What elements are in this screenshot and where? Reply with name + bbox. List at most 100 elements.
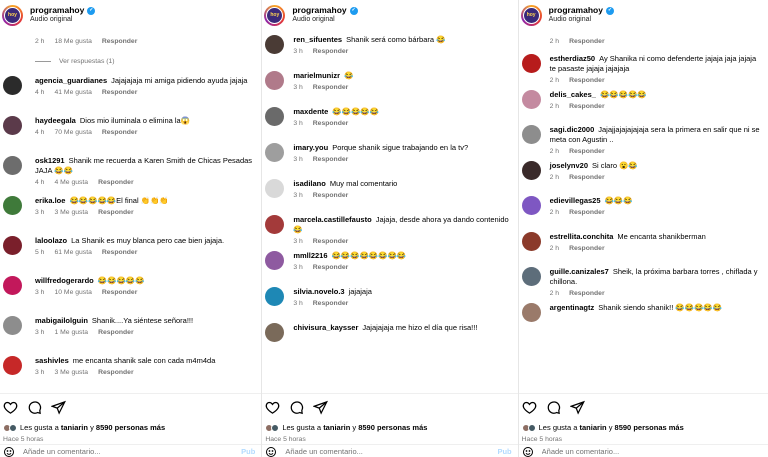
reply-button[interactable]: Responder [98, 209, 134, 216]
heart-icon[interactable] [3, 400, 18, 415]
username-link[interactable]: programahoy [292, 5, 346, 16]
commenter-username[interactable]: delis_cakes_ [550, 90, 596, 99]
commenter-username[interactable]: estherdiaz50 [550, 54, 595, 63]
reply-button[interactable]: Responder [569, 174, 605, 181]
comment-like-count[interactable]: 10 Me gusta [54, 289, 91, 296]
reply-button[interactable]: Responder [313, 192, 349, 199]
username-link[interactable]: programahoy [30, 5, 84, 16]
commenter-username[interactable]: ren_sifuentes [293, 35, 342, 44]
comment-like-count[interactable]: 4 Me gusta [54, 179, 88, 186]
commenter-username[interactable]: mabigailolguin [35, 316, 88, 325]
liker-username[interactable]: taniarin [580, 423, 607, 432]
commenter-avatar[interactable] [521, 196, 541, 215]
reply-button[interactable]: Responder [313, 120, 349, 127]
commenter-username[interactable]: marielmunizr [293, 71, 340, 80]
reply-button[interactable]: Responder [569, 77, 605, 84]
reply-button[interactable]: Responder [569, 290, 605, 297]
commenter-avatar[interactable] [265, 107, 285, 126]
commenter-username[interactable]: sagi.dic2000 [550, 125, 595, 134]
comment-list[interactable]: 2 h 18 Me gusta Responder Ver respuestas… [0, 30, 261, 393]
comment-like-count[interactable]: 70 Me gusta [54, 129, 91, 136]
reply-button[interactable]: Responder [102, 289, 138, 296]
reply-button[interactable]: Responder [98, 329, 134, 336]
comment-icon[interactable] [27, 400, 42, 415]
commenter-avatar[interactable] [3, 236, 22, 255]
reply-button[interactable]: Responder [569, 148, 605, 155]
likes-count[interactable]: 8590 personas más [615, 423, 684, 432]
commenter-avatar[interactable] [521, 160, 541, 180]
commenter-avatar[interactable] [265, 143, 285, 162]
reply-button[interactable]: Responder [313, 264, 349, 271]
commenter-avatar[interactable] [521, 89, 541, 109]
commenter-username[interactable]: edievillegas25 [550, 196, 601, 205]
commenter-avatar[interactable] [3, 156, 22, 175]
commenter-avatar[interactable] [521, 125, 541, 144]
audio-link[interactable]: Audio original [292, 16, 357, 24]
commenter-avatar[interactable] [265, 215, 285, 234]
publish-button[interactable]: Pub [497, 447, 511, 456]
reply-button[interactable]: Responder [313, 84, 349, 91]
add-comment-input[interactable] [285, 447, 436, 456]
commenter-username[interactable]: laloolazo [35, 236, 67, 245]
comment-like-count[interactable]: 1 Me gusta [54, 329, 88, 336]
reply-button[interactable]: Responder [313, 238, 349, 245]
comment-like-count[interactable]: 3 Me gusta [54, 209, 88, 216]
commenter-avatar[interactable] [521, 54, 541, 73]
commenter-username[interactable]: imary.you [293, 143, 328, 152]
emoji-icon[interactable] [522, 446, 534, 457]
reply-button[interactable]: Responder [102, 249, 138, 256]
commenter-avatar[interactable] [265, 71, 285, 90]
commenter-username[interactable]: joselynv20 [550, 161, 588, 170]
share-icon[interactable] [51, 400, 66, 415]
commenter-username[interactable]: maxdente [293, 107, 328, 116]
reply-button[interactable]: Responder [569, 245, 605, 252]
emoji-icon[interactable] [3, 446, 15, 457]
commenter-avatar[interactable] [521, 302, 541, 322]
comment-like-count[interactable]: 41 Me gusta [54, 89, 91, 96]
likes-count[interactable]: 8590 personas más [96, 423, 165, 432]
commenter-username[interactable]: isadilano [293, 179, 326, 188]
likes-count[interactable]: 8590 personas más [358, 423, 427, 432]
commenter-username[interactable]: silvia.novelo.3 [293, 287, 344, 296]
reply-button[interactable]: Responder [98, 369, 134, 376]
reply-button[interactable]: Responder [102, 89, 138, 96]
reply-button[interactable]: Responder [102, 38, 138, 45]
commenter-username[interactable]: agencia_guardianes [35, 76, 107, 85]
commenter-username[interactable]: haydeegala [35, 116, 76, 125]
reply-button[interactable]: Responder [102, 129, 138, 136]
comment-list[interactable]: 2 h Responder estherdiaz50 Ay Shanika ni … [519, 30, 768, 393]
commenter-username[interactable]: marcela.castillefausto [293, 215, 371, 224]
comment-icon[interactable] [289, 400, 304, 415]
audio-link[interactable]: Audio original [30, 16, 95, 24]
add-comment-input[interactable] [541, 447, 692, 456]
commenter-avatar[interactable] [265, 35, 285, 54]
commenter-username[interactable]: estrellita.conchita [550, 232, 614, 241]
share-icon[interactable] [313, 400, 329, 415]
liker-username[interactable]: taniarin [323, 423, 350, 432]
commenter-username[interactable]: osk1291 [35, 156, 65, 165]
commenter-avatar[interactable] [3, 356, 22, 375]
commenter-avatar[interactable] [265, 323, 285, 342]
commenter-username[interactable]: guille.canizales7 [550, 267, 609, 276]
publish-button[interactable]: Pub [241, 447, 255, 456]
add-comment-input[interactable] [23, 447, 173, 456]
comment-like-count[interactable]: 61 Me gusta [54, 249, 91, 256]
commenter-avatar[interactable] [265, 287, 285, 306]
commenter-avatar[interactable] [3, 276, 22, 295]
audio-link[interactable]: Audio original [549, 16, 614, 24]
heart-icon[interactable] [265, 400, 280, 415]
profile-avatar[interactable]: hoy [264, 4, 286, 26]
commenter-username[interactable]: argentinagtz [550, 303, 595, 312]
reply-button[interactable]: Responder [569, 103, 605, 110]
reply-button[interactable]: Responder [313, 48, 349, 55]
reply-button[interactable]: Responder [98, 179, 134, 186]
commenter-avatar[interactable] [265, 251, 285, 270]
profile-avatar[interactable]: hoy [520, 4, 542, 26]
commenter-username[interactable]: mmll2216 [293, 251, 327, 260]
commenter-avatar[interactable] [3, 316, 22, 335]
commenter-username[interactable]: chivisura_kaysser [293, 323, 358, 332]
comment-like-count[interactable]: 3 Me gusta [54, 369, 88, 376]
reply-button[interactable]: Responder [313, 156, 349, 163]
commenter-username[interactable]: erika.loe [35, 196, 65, 205]
reply-button[interactable]: Responder [569, 38, 605, 45]
